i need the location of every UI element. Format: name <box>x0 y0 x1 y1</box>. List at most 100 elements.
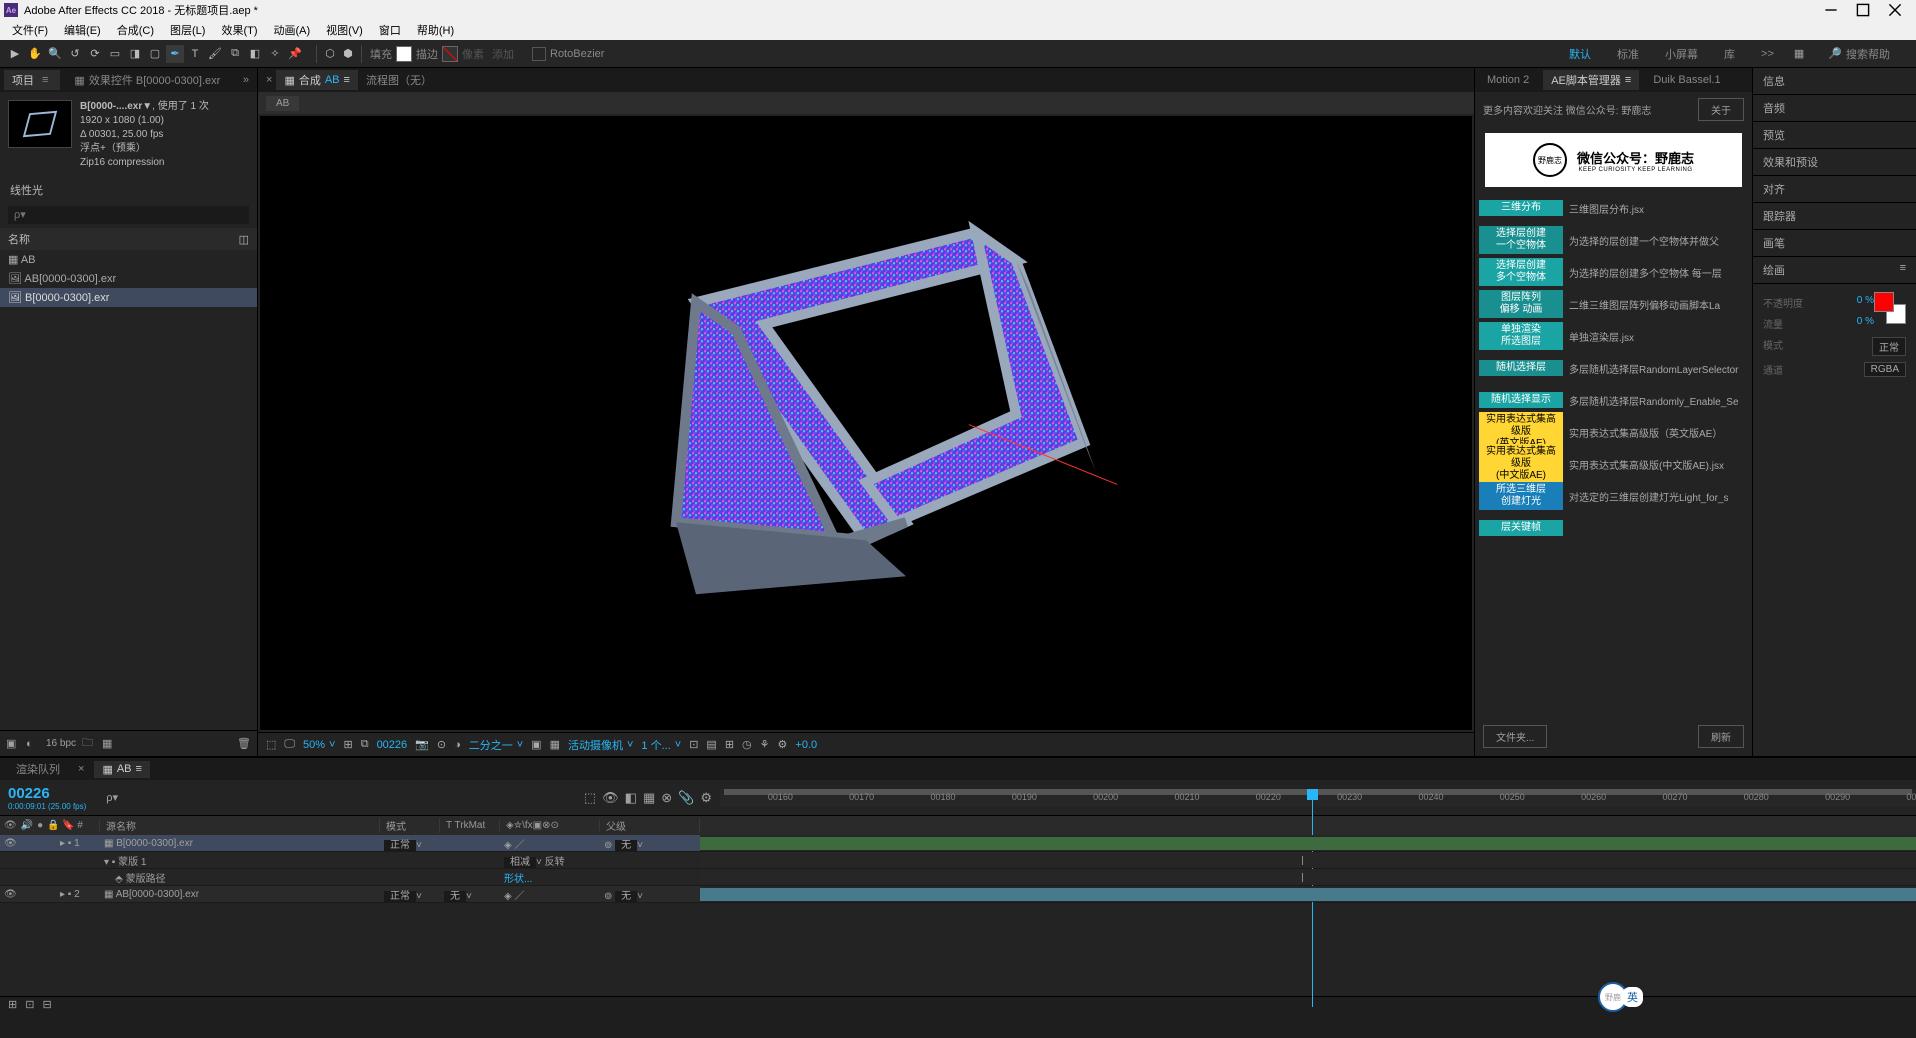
dock-tab[interactable]: 预览 <box>1753 122 1916 149</box>
tab-project[interactable]: 项目≡ <box>4 70 60 90</box>
minimize-icon[interactable] <box>1824 3 1838 17</box>
tab-script-manager[interactable]: AE脚本管理器 ≡ <box>1543 70 1639 90</box>
orbit-tool[interactable]: ↺ <box>66 45 84 63</box>
col-solo-icon[interactable]: ● <box>37 820 43 831</box>
pen-tool[interactable]: ✒ <box>166 45 184 63</box>
col-parent[interactable]: 父级 <box>600 818 700 833</box>
project-search-input[interactable] <box>8 206 249 224</box>
tl-toggle-icon2[interactable]: ⊡ <box>25 998 34 1011</box>
tl-comp-icon[interactable]: ⬚ <box>584 790 596 806</box>
tl-graph-icon[interactable]: 📎 <box>678 790 694 806</box>
exposure-value[interactable]: +0.0 <box>795 739 817 751</box>
about-button[interactable]: 关于 <box>1698 98 1744 121</box>
comp-crumb[interactable]: AB <box>266 96 299 111</box>
script-button[interactable]: 三维分布 <box>1479 200 1563 216</box>
ime-badge[interactable]: 野鹿 英 <box>1598 982 1646 1012</box>
timeline-icon[interactable]: ◷ <box>742 738 752 751</box>
dock-tab[interactable]: 效果和预设 <box>1753 149 1916 176</box>
snap-icon[interactable]: ⬡ <box>321 45 339 63</box>
script-button[interactable]: 选择层创建一个空物体 <box>1479 226 1563 254</box>
layer1-mode-dropdown[interactable]: 正常 <box>384 840 416 851</box>
layer-mask-row[interactable]: ▾ ▪ 蒙版 1 相减˅ 反转 <box>0 852 1916 869</box>
stroke-swatch[interactable] <box>442 46 458 62</box>
script-button[interactable]: 选择层创建多个空物体 <box>1479 258 1563 286</box>
paint-swatches[interactable] <box>1874 292 1906 324</box>
menu-l[interactable]: 图层(L) <box>162 20 213 40</box>
col-source-name[interactable]: 源名称 <box>100 818 380 833</box>
rotation-tool[interactable]: ⟳ <box>86 45 104 63</box>
script-button[interactable]: 图层阵列偏移 动画 <box>1479 290 1563 318</box>
search-help-input[interactable]: 搜索帮助 <box>1846 46 1890 62</box>
close-icon[interactable] <box>1888 3 1902 17</box>
display-icon[interactable]: 🖵 <box>284 738 295 751</box>
project-item[interactable]: 🖼 AB[0000-0300].exr <box>0 269 257 288</box>
trash-icon[interactable]: 🗑 <box>237 737 251 750</box>
tl-toggle-icon3[interactable]: ⊟ <box>42 998 51 1011</box>
hand-tool[interactable]: ✋ <box>26 45 44 63</box>
selection-tool[interactable]: ▶ <box>6 45 24 63</box>
project-item[interactable]: 🖼 B[0000-0300].exr <box>0 288 257 307</box>
close-tab-icon[interactable]: × <box>78 763 84 775</box>
project-tree[interactable]: ▦ AB🖼 AB[0000-0300].exr🖼 B[0000-0300].ex… <box>0 250 257 730</box>
layer2-mode-dropdown[interactable]: 正常 <box>384 891 416 902</box>
tl-toggle-icon1[interactable]: ⊞ <box>8 998 17 1011</box>
maximize-icon[interactable] <box>1856 3 1870 17</box>
pixel-icon[interactable]: ⊞ <box>725 738 734 751</box>
zoom-dropdown[interactable]: 50% ˅ <box>303 739 335 751</box>
layer2-trkmat-dropdown[interactable]: 无 <box>444 891 466 902</box>
render-icon[interactable]: ⚙ <box>778 738 788 751</box>
workspace-small[interactable]: 小屏幕 <box>1659 44 1704 64</box>
views-dropdown[interactable]: 1 个... ˅ <box>641 737 681 753</box>
guides-icon[interactable]: ⊡ <box>689 738 698 751</box>
script-button[interactable]: 所选三维层创建灯光 <box>1479 482 1563 510</box>
workspace-default[interactable]: 默认 <box>1563 44 1597 64</box>
menu-f[interactable]: 文件(F) <box>4 20 56 40</box>
fill-swatch[interactable] <box>396 46 412 62</box>
dock-tab[interactable]: 跟踪器 <box>1753 203 1916 230</box>
bpc-icon[interactable]: ◐ <box>26 738 40 750</box>
workspace-library[interactable]: 库 <box>1718 44 1741 64</box>
tl-motion-blur-icon[interactable]: ⊗ <box>661 790 672 806</box>
camera-tool[interactable]: ▭ <box>106 45 124 63</box>
script-button[interactable]: 单独渲染所选图层 <box>1479 322 1563 350</box>
menu-a[interactable]: 动画(A) <box>266 20 319 40</box>
tab-flowchart[interactable]: 流程图（无） <box>358 70 440 90</box>
col-mode[interactable]: 模式 <box>380 818 440 833</box>
current-time[interactable]: 00226 <box>8 785 86 802</box>
menu-v[interactable]: 视图(V) <box>318 20 371 40</box>
dock-tab[interactable]: 音频 <box>1753 95 1916 122</box>
type-tool[interactable]: T <box>186 45 204 63</box>
new-folder-icon[interactable]: 🗀 <box>82 734 96 753</box>
brush-tool[interactable]: 🖌 <box>206 45 224 63</box>
col-trkmat[interactable]: T TrkMat <box>440 820 500 831</box>
layer-row-2[interactable]: 👁 ▸ ▪ 2 ▦ AB[0000-0300].exr 正常˅ 无˅ ◈ ／ ⊚… <box>0 886 1916 903</box>
dock-tab[interactable]: 信息 <box>1753 68 1916 95</box>
fast-preview-icon[interactable]: ⧉ <box>361 738 369 751</box>
current-frame[interactable]: 00226 <box>377 739 408 751</box>
snap2-icon[interactable]: ⬢ <box>339 45 357 63</box>
dock-tab[interactable]: 绘画 ≡ <box>1753 257 1916 284</box>
bpc-label[interactable]: 16 bpc <box>46 738 76 749</box>
panel-menu-icon[interactable]: ≡ <box>38 74 52 86</box>
mask-shape-link[interactable]: 形状... <box>500 870 600 885</box>
project-item[interactable]: ▦ AB <box>0 250 257 269</box>
script-list[interactable]: 三维分布三维图层分布.jsx选择层创建一个空物体为选择的层创建一个空物体并做父选… <box>1475 193 1752 717</box>
mask-mode-dropdown[interactable]: 相减 <box>504 857 536 868</box>
tab-timeline-comp[interactable]: ▦ AB ≡ <box>94 761 150 778</box>
menu-h[interactable]: 帮助(H) <box>409 20 462 40</box>
flowchart-icon[interactable]: ⚘ <box>760 738 770 751</box>
roto-tool[interactable]: ✧ <box>266 45 284 63</box>
dock-tab[interactable]: 画笔 <box>1753 230 1916 257</box>
transparency-icon[interactable]: ▦ <box>550 738 560 751</box>
tl-frame-blend-icon[interactable]: ▦ <box>643 790 655 806</box>
mask-icon[interactable]: ▤ <box>706 738 716 751</box>
dock-tab[interactable]: 对齐 <box>1753 176 1916 203</box>
panel-chevron-icon[interactable]: » <box>239 74 253 86</box>
col-audio-icon[interactable]: 🔊 <box>21 820 33 831</box>
opacity-value[interactable]: 0 % <box>1857 295 1874 310</box>
menu-[interactable]: 窗口 <box>371 20 409 40</box>
folder-button[interactable]: 文件夹... <box>1483 725 1547 748</box>
layer1-parent-dropdown[interactable]: 无 <box>615 840 637 851</box>
menu-t[interactable]: 效果(T) <box>213 20 265 40</box>
rotobezier-checkbox[interactable] <box>532 47 546 61</box>
